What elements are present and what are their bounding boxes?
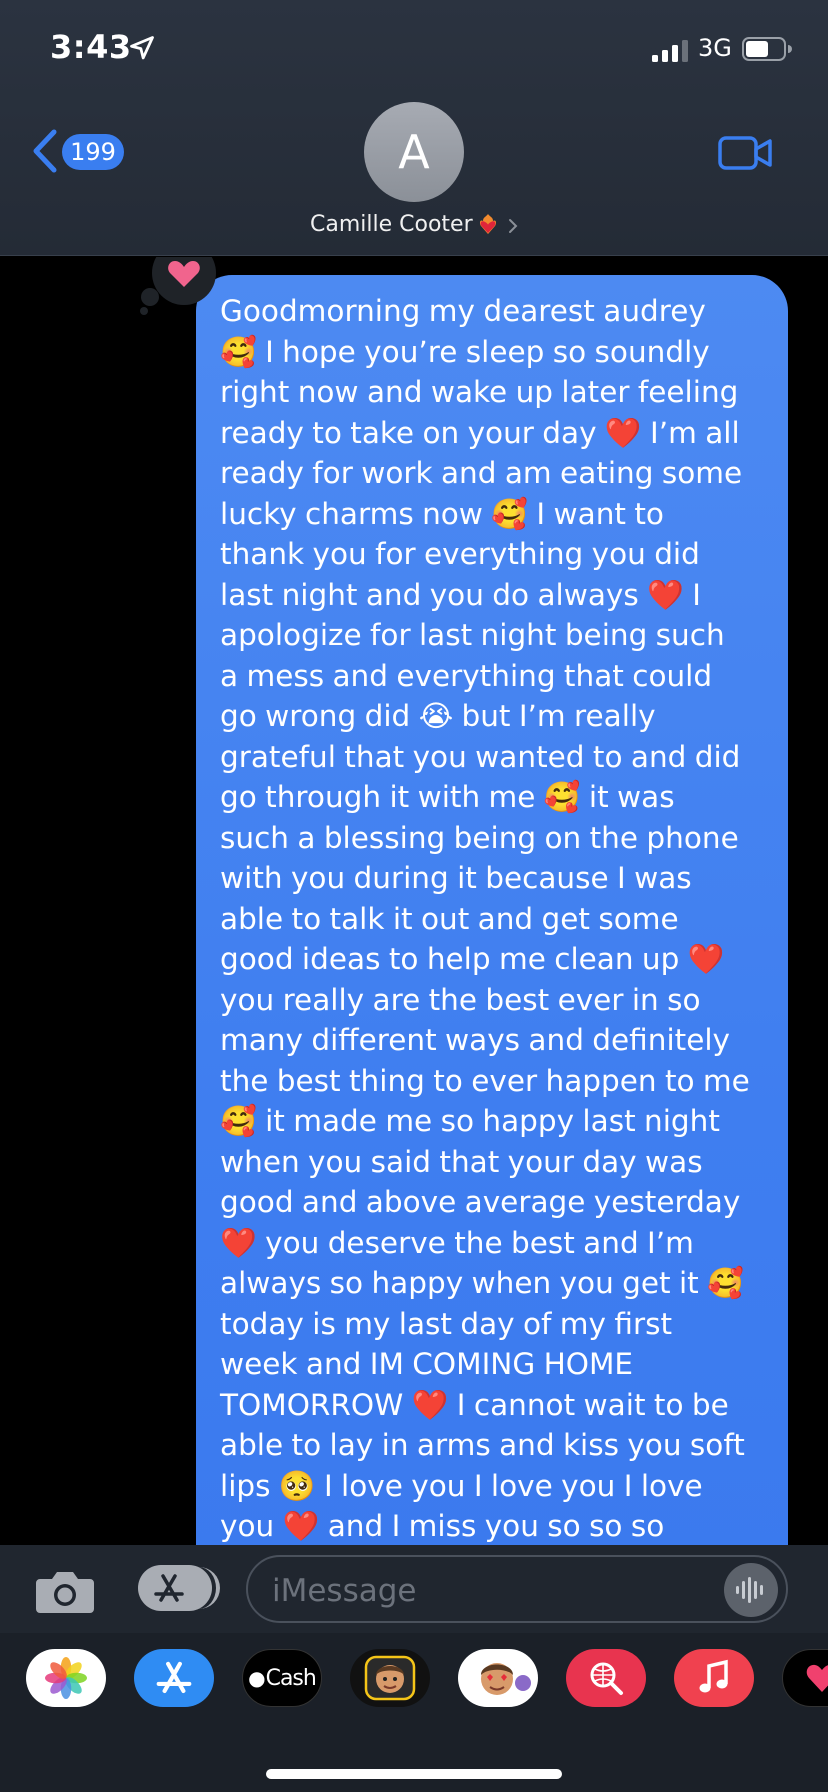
signal-bars-icon bbox=[652, 40, 688, 62]
photos-icon bbox=[45, 1657, 87, 1699]
image-search-icon bbox=[590, 1662, 623, 1695]
digital-touch-app-icon[interactable] bbox=[782, 1649, 828, 1707]
waveform-icon bbox=[736, 1577, 763, 1603]
battery-icon bbox=[742, 37, 792, 61]
cash-label: Cash bbox=[265, 1665, 317, 1691]
heart-tapback-icon[interactable] bbox=[140, 257, 224, 319]
unread-count-badge[interactable]: 199 bbox=[62, 134, 124, 170]
app-store-icon bbox=[156, 1661, 192, 1693]
location-arrow-icon bbox=[130, 36, 154, 60]
app-store-button[interactable] bbox=[138, 1565, 220, 1611]
digital-touch-icon bbox=[806, 1664, 828, 1692]
chevron-right-icon[interactable] bbox=[508, 218, 518, 234]
conversation-header: 3:43 3G 199 A Camille Cooter bbox=[0, 0, 828, 256]
apple-cash-app-icon[interactable]: ● Cash bbox=[242, 1649, 322, 1707]
apple-logo-icon: ● bbox=[248, 1666, 265, 1690]
outgoing-message-bubble[interactable]: Goodmorning my dearest audrey 🥰 I hope y… bbox=[196, 275, 788, 1545]
app-store-glyph-icon bbox=[154, 1574, 184, 1602]
contact-avatar[interactable]: A bbox=[364, 102, 464, 202]
imessage-app-drawer: ● Cash bbox=[0, 1633, 828, 1792]
memoji-stickers-icon bbox=[481, 1663, 531, 1695]
message-thread[interactable]: Goodmorning my dearest audrey 🥰 I hope y… bbox=[0, 257, 828, 1545]
home-indicator[interactable] bbox=[266, 1769, 562, 1779]
audio-message-button[interactable] bbox=[724, 1563, 778, 1617]
message-text: Goodmorning my dearest audrey 🥰 I hope y… bbox=[220, 294, 750, 1543]
memoji-stickers-app-icon[interactable] bbox=[458, 1649, 538, 1707]
music-app-icon[interactable] bbox=[674, 1649, 754, 1707]
back-chevron-icon[interactable] bbox=[30, 128, 60, 174]
photos-app-icon[interactable] bbox=[26, 1649, 106, 1707]
camera-icon[interactable] bbox=[34, 1567, 96, 1615]
contact-name[interactable]: Camille Cooter bbox=[310, 212, 473, 237]
image-search-app-icon[interactable] bbox=[566, 1649, 646, 1707]
app-store-app-icon[interactable] bbox=[134, 1649, 214, 1707]
network-type: 3G bbox=[698, 34, 732, 62]
status-time: 3:43 bbox=[50, 28, 132, 66]
message-input-bar: iMessage bbox=[0, 1545, 828, 1633]
memoji-icon bbox=[364, 1655, 416, 1701]
memoji-app-icon[interactable] bbox=[350, 1649, 430, 1707]
imessage-placeholder: iMessage bbox=[272, 1573, 417, 1609]
heart-on-fire-icon bbox=[479, 214, 497, 234]
video-call-icon[interactable] bbox=[718, 136, 772, 170]
music-icon bbox=[699, 1659, 728, 1693]
